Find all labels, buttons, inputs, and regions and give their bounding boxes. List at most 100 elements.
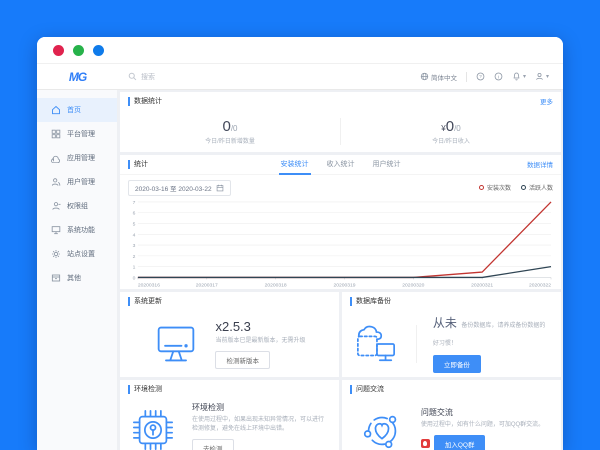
global-search-input[interactable]: 搜索: [118, 72, 420, 82]
chevron-down-icon: ▾: [546, 73, 549, 80]
data-detail-link[interactable]: 数据详情: [527, 159, 553, 169]
home-icon: [51, 105, 61, 115]
card-title: 数据库备份: [350, 297, 391, 306]
svg-text:20200317: 20200317: [196, 282, 218, 288]
svg-text:20200322: 20200322: [529, 282, 551, 288]
sidebar-item-label: 平台管理: [67, 129, 95, 139]
qq-group-card: 问题交流 问题交流 使用过程中，如有什么问题，可加QQ群交流。 加入QQ群: [342, 380, 561, 450]
qq-heading: 问题交流: [421, 407, 544, 418]
stat-label: 今日/昨日新增数量: [120, 136, 340, 145]
qq-desc: 使用过程中，如有什么问题，可加QQ群交流。: [421, 421, 544, 430]
svg-text:6: 6: [133, 210, 136, 216]
main-content: 数据统计 更多 0/0 今日/昨日新增数量 ¥0/0 今日/昨日收入: [118, 90, 563, 450]
maximize-window-button[interactable]: [93, 45, 104, 56]
date-range-picker[interactable]: 2020-03-16 至 2020-03-22: [128, 180, 231, 196]
tab-install-stats[interactable]: 安装统计: [279, 154, 311, 175]
overview-title: 数据统计: [128, 97, 162, 106]
legend-label: 安装次数: [487, 183, 511, 192]
chevron-down-icon: ▾: [523, 73, 526, 80]
notifications-menu[interactable]: ▾: [512, 72, 526, 81]
statistics-panel: 统计 安装统计 收入统计 用户统计 数据详情 2020-03-16 至 2020…: [120, 155, 561, 289]
apps-icon: [51, 153, 61, 163]
qq-icon: [421, 439, 430, 448]
legend-install-count[interactable]: 安装次数: [479, 183, 511, 192]
globe-icon: [420, 72, 429, 81]
db-backup-card: 数据库备份 从未 备份数据库，请养成备份数据的好习惯！ 立即备份: [342, 292, 561, 377]
line-chart[interactable]: 0123456720200316202003172020031820200319…: [126, 198, 555, 289]
svg-text:7: 7: [133, 200, 136, 206]
header-actions: 简体中文 ? i ▾ ▾: [420, 72, 563, 82]
sidebar-item-platform[interactable]: 平台管理: [37, 122, 117, 146]
sidebar-item-apps[interactable]: 应用管理: [37, 146, 117, 170]
join-qq-button[interactable]: 加入QQ群: [434, 435, 486, 450]
close-window-button[interactable]: [53, 45, 64, 56]
search-placeholder: 搜索: [141, 72, 155, 82]
help-button[interactable]: ?: [476, 72, 485, 81]
svg-text:2: 2: [133, 254, 136, 260]
svg-text:1: 1: [133, 264, 136, 270]
env-desc: 在使用过程中，如果出现未知异常情况，可以进行检测修复，避免在线上环境中出错。: [192, 416, 329, 434]
date-range-value: 2020-03-16 至 2020-03-22: [135, 183, 212, 193]
browser-window: MG 搜索 简体中文 ? i ▾ ▾: [37, 37, 563, 450]
sidebar-item-other[interactable]: 其他: [37, 266, 117, 290]
monitor-big-icon: [153, 323, 199, 365]
run-check-button[interactable]: 去检测: [192, 439, 234, 450]
sidebar-item-users[interactable]: 用户管理: [37, 170, 117, 194]
legend-marker: [521, 185, 526, 190]
app-logo[interactable]: MG: [37, 70, 118, 84]
chip-icon: [130, 407, 176, 450]
sidebar-item-label: 用户管理: [67, 177, 95, 187]
statistics-title: 统计: [128, 160, 148, 169]
backup-now-button[interactable]: 立即备份: [433, 355, 481, 373]
card-title: 问题交流: [350, 385, 384, 394]
check-update-button[interactable]: 检测新版本: [215, 351, 270, 369]
legend-active-users[interactable]: 活跃人数: [521, 183, 553, 192]
svg-text:4: 4: [133, 232, 136, 238]
overview-more-link[interactable]: 更多: [540, 96, 553, 106]
sidebar-item-label: 首页: [67, 105, 81, 115]
svg-text:5: 5: [133, 221, 136, 227]
card-title: 环境检测: [128, 385, 162, 394]
language-switcher[interactable]: 简体中文: [420, 72, 457, 82]
svg-text:0: 0: [133, 275, 136, 281]
sidebar-item-settings[interactable]: 站点设置: [37, 242, 117, 266]
tab-user-stats[interactable]: 用户统计: [371, 154, 403, 175]
info-button[interactable]: i: [494, 72, 503, 81]
backup-status: 从未: [433, 316, 457, 330]
calendar-icon: [216, 184, 224, 192]
sidebar-item-system[interactable]: 系统功能: [37, 218, 117, 242]
platform-icon: [51, 129, 61, 139]
env-heading: 环境检测: [192, 402, 329, 413]
divider: [416, 325, 417, 363]
stat-label: 今日/昨日收入: [341, 136, 561, 145]
bell-icon: [512, 72, 521, 81]
tab-income-stats[interactable]: 收入统计: [325, 154, 357, 175]
stat-new-count: 0/0 今日/昨日新增数量: [120, 118, 340, 145]
app-header: MG 搜索 简体中文 ? i ▾ ▾: [37, 63, 563, 90]
user-icon: [535, 72, 544, 81]
minimize-window-button[interactable]: [73, 45, 84, 56]
user-menu[interactable]: ▾: [535, 72, 549, 81]
sidebar-item-home[interactable]: 首页: [37, 98, 117, 122]
box-icon: [51, 273, 61, 283]
update-desc: 当前版本已是最新版本，无需升级: [215, 337, 305, 346]
svg-text:20200319: 20200319: [333, 282, 355, 288]
stat-suffix: /0: [454, 124, 461, 133]
env-check-card: 环境检测 环境检测 在使用过程中，如果出现未知异常情况，可以进行检测修复，避免在…: [120, 380, 339, 450]
cloud-backup-icon: [352, 323, 400, 365]
svg-text:20200321: 20200321: [471, 282, 493, 288]
stat-value: 0: [446, 118, 454, 135]
sidebar-item-roles[interactable]: 权限组: [37, 194, 117, 218]
svg-text:?: ?: [479, 74, 482, 80]
current-version: x2.5.3: [215, 319, 305, 334]
sidebar-item-label: 站点设置: [67, 249, 95, 259]
sidebar: 首页 平台管理 应用管理 用户管理 权限组 系统功能: [37, 90, 118, 450]
cards-grid: 系统更新 x2.5.3 当前版本已是最新版本，无需升级 检测新版本 数据库备份: [120, 292, 561, 450]
gear-icon: [51, 249, 61, 259]
info-circle-icon: i: [494, 72, 503, 81]
chart-legend: 安装次数 活跃人数: [479, 183, 553, 192]
language-label: 简体中文: [431, 72, 457, 82]
svg-text:3: 3: [133, 243, 136, 249]
chart-area: 0123456720200316202003172020031820200319…: [120, 197, 561, 289]
svg-text:20200316: 20200316: [138, 282, 160, 288]
